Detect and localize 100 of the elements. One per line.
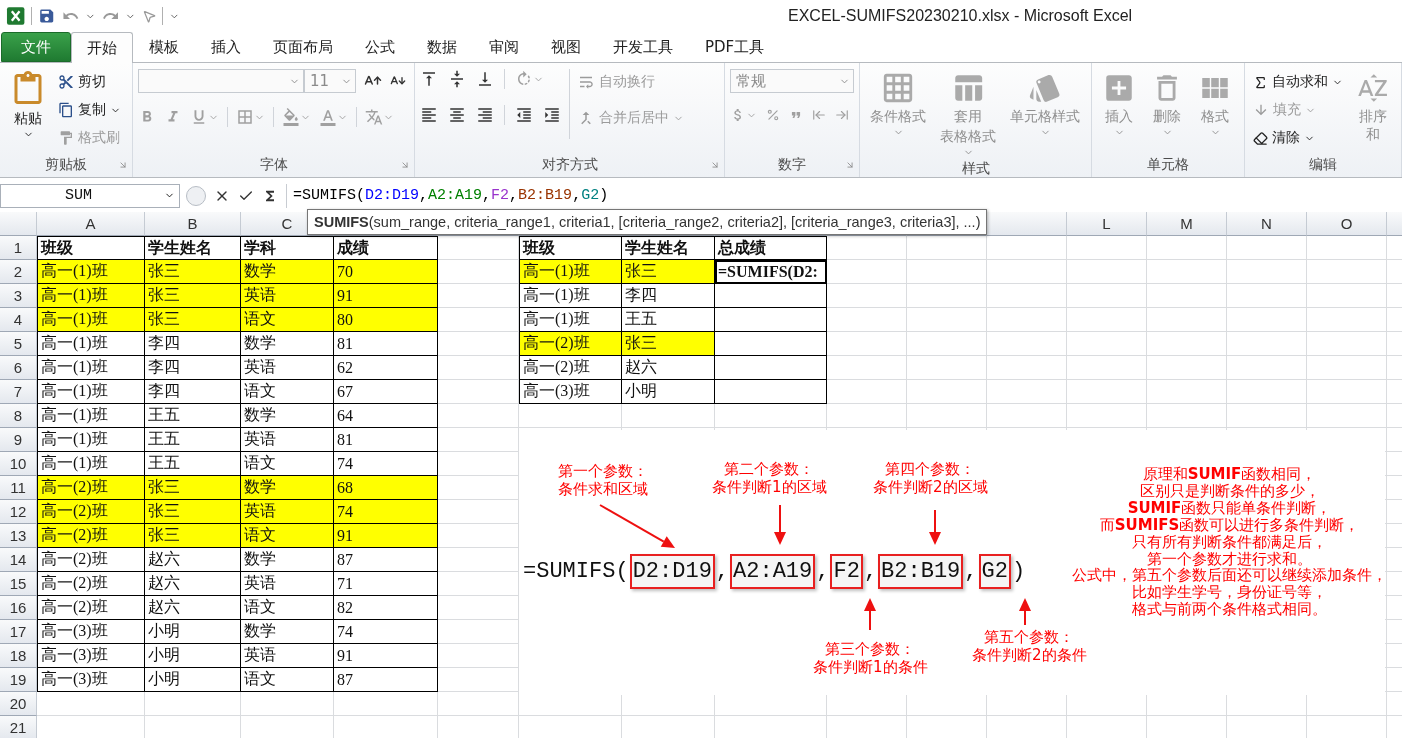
scissors-icon [58, 74, 74, 90]
row-number[interactable]: 5 [0, 332, 37, 356]
ribbon-tab[interactable]: 审阅 [473, 32, 535, 62]
align-top-icon[interactable] [420, 70, 438, 88]
row-number[interactable]: 14 [0, 548, 37, 572]
cut-button[interactable]: 剪切 [55, 69, 124, 95]
row-number[interactable]: 13 [0, 524, 37, 548]
row-number[interactable]: 9 [0, 428, 37, 452]
column-header[interactable]: O [1307, 212, 1387, 236]
splitter-handle[interactable] [186, 185, 206, 206]
annotation-label: 第五个参数： [984, 628, 1075, 646]
fill-color-icon[interactable] [282, 108, 300, 126]
orientation-icon[interactable] [515, 70, 533, 88]
sheet-cell: 高一(1)班 [37, 404, 145, 428]
font-name-field[interactable] [138, 69, 304, 93]
dialog-launcher-icon[interactable] [845, 160, 855, 170]
row-number[interactable]: 17 [0, 620, 37, 644]
row-number[interactable]: 3 [0, 284, 37, 308]
font-color-icon[interactable] [319, 108, 337, 126]
sheet-cell: 74 [334, 452, 438, 476]
row-number[interactable]: 6 [0, 356, 37, 380]
indent-increase-icon[interactable] [543, 106, 561, 124]
autosum-button[interactable]: 自动求和 [1250, 69, 1346, 95]
sheet-cell: 张三 [145, 284, 241, 308]
file-tab[interactable]: 文件 [1, 32, 71, 62]
row-number[interactable]: 4 [0, 308, 37, 332]
row-number[interactable]: 12 [0, 500, 37, 524]
ribbon-tab[interactable]: 模板 [133, 32, 195, 62]
row-number[interactable]: 19 [0, 668, 37, 692]
sheet-cell: 高一(2)班 [37, 596, 145, 620]
column-header[interactable]: N [1227, 212, 1307, 236]
ribbon-tab[interactable]: 开始 [71, 32, 133, 63]
ribbon-tab[interactable]: 数据 [411, 32, 473, 62]
copy-button[interactable]: 复制 [55, 97, 124, 123]
row-number[interactable]: 10 [0, 452, 37, 476]
column-header[interactable]: A [37, 212, 145, 236]
ribbon-tab[interactable]: 开发工具 [597, 32, 689, 62]
dialog-launcher-icon[interactable] [118, 160, 128, 170]
percent-icon[interactable] [766, 108, 780, 122]
explanation-note: 原理和SUMIF函数相同， [1142, 466, 1317, 483]
row-number[interactable]: 2 [0, 260, 37, 284]
row-number[interactable]: 18 [0, 644, 37, 668]
ribbon-tab[interactable]: 插入 [195, 32, 257, 62]
borders-icon[interactable] [236, 108, 254, 126]
paste-button[interactable]: 粘贴 [5, 69, 51, 153]
row-number[interactable]: 15 [0, 572, 37, 596]
sheet-cell: 高一(2)班 [37, 476, 145, 500]
save-icon[interactable] [38, 7, 56, 25]
ribbon-tab[interactable]: PDF工具 [689, 32, 781, 62]
sheet-cell: 91 [334, 524, 438, 548]
explanation-note: 区别只是判断条件的多少， [1139, 482, 1320, 500]
sheet-cell: 王五 [145, 452, 241, 476]
dialog-launcher-icon[interactable] [400, 160, 410, 170]
annotation-label: 第一个参数： [558, 462, 648, 480]
formula-text: , [862, 558, 879, 586]
row-number[interactable]: 11 [0, 476, 37, 500]
dialog-launcher-icon[interactable] [710, 160, 720, 170]
pointer-icon[interactable] [141, 8, 157, 24]
sheet-cell: 高一(1)班 [37, 308, 145, 332]
ribbon-tab[interactable]: 页面布局 [257, 32, 349, 62]
align-center-icon[interactable] [448, 106, 466, 124]
align-right-icon[interactable] [476, 106, 494, 124]
column-header[interactable]: L [1067, 212, 1147, 236]
column-header[interactable] [987, 212, 1067, 236]
align-bottom-icon[interactable] [476, 70, 494, 88]
sheet-cell: 80 [334, 308, 438, 332]
formula-field[interactable]: =SUMIFS(D2:D19,A2:A19,F2,B2:B19,G2) [293, 183, 1402, 208]
column-header[interactable]: M [1147, 212, 1227, 236]
sheet-cell: 语文 [241, 452, 334, 476]
row-number[interactable]: 1 [0, 236, 37, 260]
number-format-field[interactable]: 常规 [730, 69, 854, 93]
row-number[interactable]: 21 [0, 716, 37, 738]
align-middle-icon[interactable] [448, 70, 466, 88]
formula-text: =SUMIFS( [522, 558, 630, 586]
highlighted-argument: A2:A19 [730, 554, 816, 589]
header-cell: 成绩 [334, 236, 438, 260]
select-all-corner[interactable] [0, 212, 37, 236]
sheet-cell: 数学 [241, 548, 334, 572]
excel-logo-icon[interactable] [6, 6, 26, 26]
ribbon-tab[interactable]: 公式 [349, 32, 411, 62]
row-number[interactable]: 20 [0, 692, 37, 716]
row-number[interactable]: 8 [0, 404, 37, 428]
formula-text: , [963, 558, 979, 586]
name-box[interactable]: SUM [0, 183, 180, 208]
sheet-cell: 英语 [241, 356, 334, 380]
ribbon-tab[interactable]: 视图 [535, 32, 597, 62]
sheet-cell: 李四 [145, 380, 241, 404]
row-number[interactable]: 16 [0, 596, 37, 620]
row-number[interactable]: 7 [0, 380, 37, 404]
indent-decrease-icon[interactable] [515, 106, 533, 124]
phonetic-icon[interactable] [365, 108, 383, 126]
increase-decimal-icon[interactable] [812, 108, 826, 122]
active-cell[interactable]: =SUMIFS(D2: [715, 260, 827, 284]
column-header[interactable]: B [145, 212, 241, 236]
align-left-icon[interactable] [420, 106, 438, 124]
sheet-cell: 语文 [241, 668, 334, 692]
sheet-cell: 87 [334, 548, 438, 572]
clear-button[interactable]: 清除 [1250, 125, 1346, 151]
group-label: 编辑 [1309, 156, 1337, 174]
decrease-decimal-icon[interactable] [835, 108, 849, 122]
